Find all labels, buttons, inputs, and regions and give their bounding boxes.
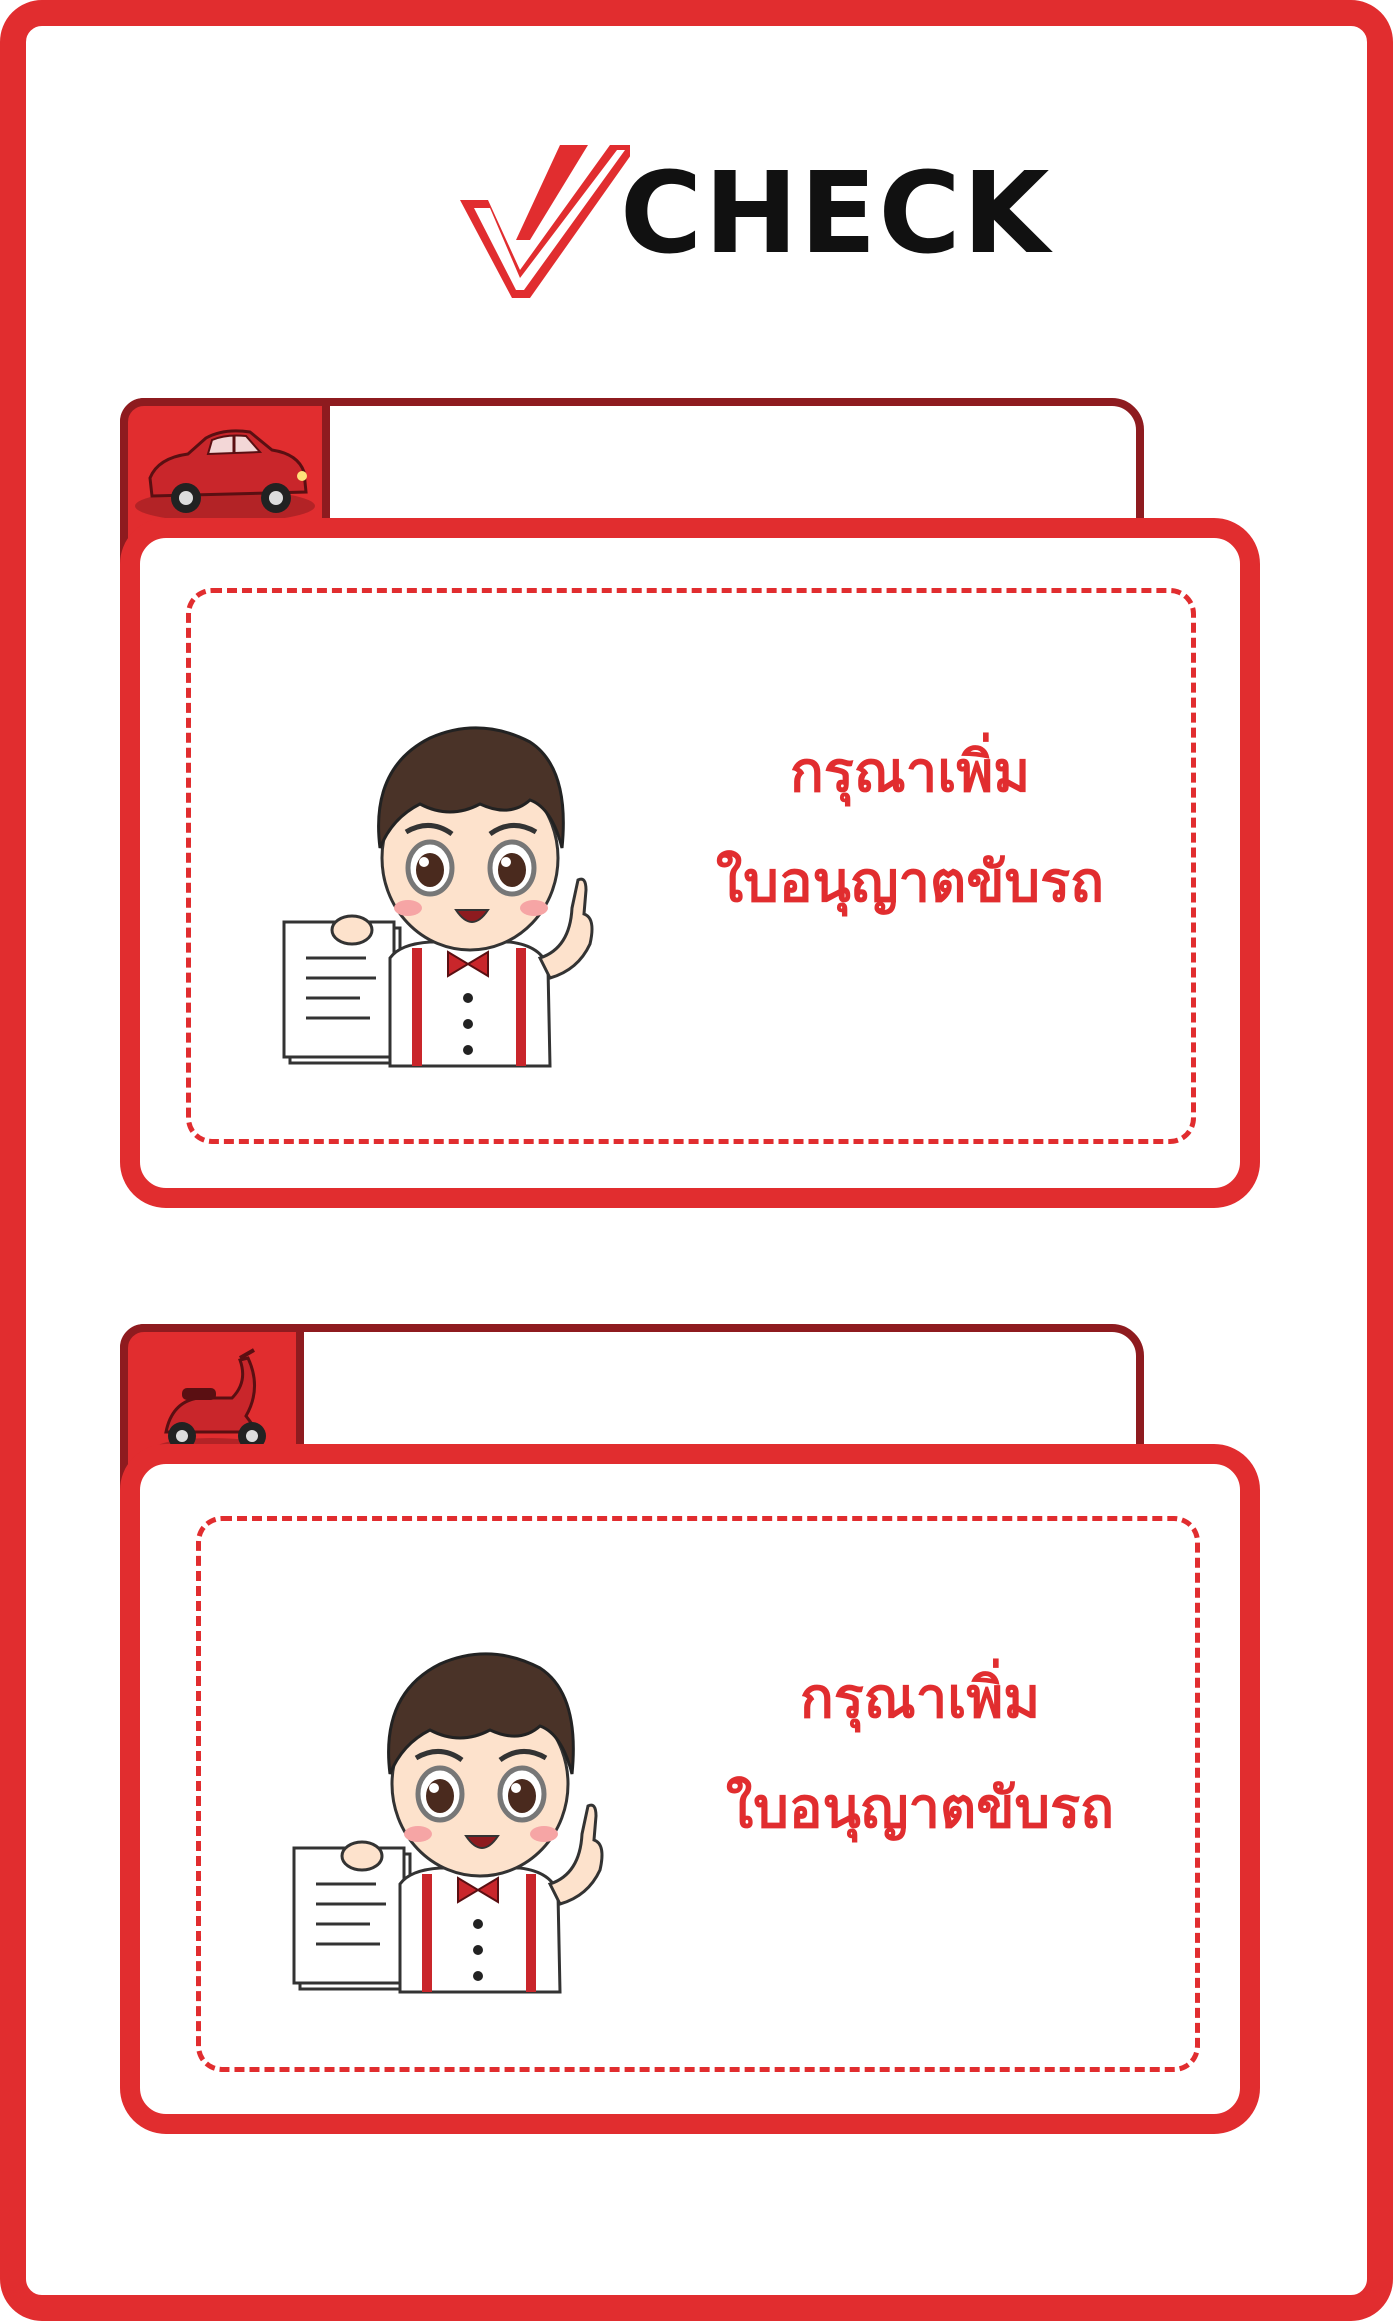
scooter-message-line2: ใบอนุญาตขับรถ bbox=[725, 1776, 1115, 1841]
logo-text: CHECK bbox=[620, 149, 1052, 279]
mascot-icon bbox=[292, 1652, 604, 1994]
scooter-message-line1: กรุณาเพิ่ม bbox=[799, 1666, 1041, 1731]
car-message-line1: กรุณาเพิ่ม bbox=[789, 740, 1031, 805]
mascot-icon bbox=[282, 726, 594, 1068]
car-license-card[interactable]: กรุณาเพิ่ม ใบอนุญาตขับรถ bbox=[120, 518, 1260, 1208]
checkmark-logo-icon bbox=[460, 145, 630, 298]
car-license-section: กรุณาเพิ่ม ใบอนุญาตขับรถ bbox=[120, 398, 1260, 1208]
vcheck-logo: CHECK bbox=[460, 140, 1049, 310]
scooter-license-message: กรุณาเพิ่ม ใบอนุญาตขับรถ bbox=[710, 1644, 1130, 1864]
car-message-line2: ใบอนุญาตขับรถ bbox=[715, 850, 1105, 915]
scooter-license-section: กรุณาเพิ่ม ใบอนุญาตขับรถ bbox=[120, 1324, 1260, 2134]
scooter-license-card[interactable]: กรุณาเพิ่ม ใบอนุญาตขับรถ bbox=[120, 1444, 1260, 2134]
car-license-message: กรุณาเพิ่ม ใบอนุญาตขับรถ bbox=[700, 718, 1120, 938]
